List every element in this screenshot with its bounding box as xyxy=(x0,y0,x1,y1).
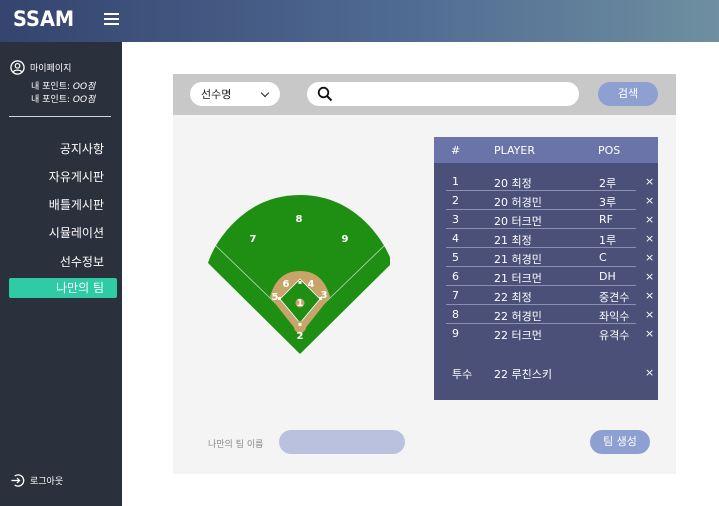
row-pos: 좌익수 xyxy=(599,310,630,323)
table-row[interactable]: 3 20 터크먼 RF × xyxy=(446,210,654,229)
user-icon xyxy=(10,60,25,75)
row-num: 7 xyxy=(452,289,459,302)
team-name-input[interactable] xyxy=(279,430,405,454)
sidebar-item-simulation[interactable]: 시뮬레이션 xyxy=(49,224,104,241)
sidebar: 마이페이지 내 포인트: OO점 내 포인트: OO점 공지사항 자유게시판 배… xyxy=(0,42,122,506)
table-row[interactable]: 2 20 허경민 3루 × xyxy=(446,191,654,210)
sidebar-item-player-info[interactable]: 선수정보 xyxy=(60,253,104,270)
header-pos: POS xyxy=(598,144,621,157)
create-team-button[interactable]: 팀 생성 xyxy=(590,430,650,454)
row-num: 2 xyxy=(452,194,459,207)
remove-player-button[interactable]: × xyxy=(645,270,654,283)
row-num: 4 xyxy=(452,232,459,245)
roster-table: # PLAYER POS 1 20 최정 2루 × 2 20 허경민 3루 × 3 20 터크… xyxy=(434,137,658,400)
pitcher-label: 투수 xyxy=(452,368,473,381)
second-base xyxy=(298,281,302,284)
row-player: 22 터크먼 xyxy=(494,329,542,342)
row-player: 22 허경민 xyxy=(494,310,542,323)
logout-button[interactable]: 로그아웃 xyxy=(10,473,63,488)
table-row[interactable]: 8 22 허경민 좌익수 × xyxy=(446,305,654,324)
table-row[interactable]: 7 22 최정 중견수 × xyxy=(446,286,654,305)
row-player: 21 허경민 xyxy=(494,253,542,266)
row-player: 20 터크먼 xyxy=(494,215,542,228)
sidebar-item-my-team[interactable]: 나만의 팀 xyxy=(9,278,117,298)
team-name-label: 나만의 팀 이름 xyxy=(208,440,264,450)
search-icon xyxy=(317,86,333,102)
select-value: 선수명 xyxy=(201,88,232,101)
table-row[interactable]: 9 22 터크먼 유격수 × xyxy=(446,324,654,343)
sidebar-item-notice[interactable]: 공지사항 xyxy=(60,140,104,157)
position-5-label[interactable]: 5 xyxy=(272,292,279,303)
position-9-label[interactable]: 9 xyxy=(342,234,349,245)
position-8-label[interactable]: 8 xyxy=(296,214,303,225)
position-7-label[interactable]: 7 xyxy=(250,234,257,245)
pitcher-row[interactable]: 투수 22 루친스키 × xyxy=(446,363,654,382)
table-row[interactable]: 4 21 최정 1루 × xyxy=(446,229,654,248)
row-player: 22 최정 xyxy=(494,291,532,304)
remove-player-button[interactable]: × xyxy=(645,175,654,188)
roster-header: # PLAYER POS xyxy=(434,137,658,163)
remove-player-button[interactable]: × xyxy=(645,232,654,245)
pitcher-player: 22 루친스키 xyxy=(494,368,552,381)
points-value: OO점 xyxy=(72,95,96,105)
hamburger-menu-icon[interactable] xyxy=(104,13,119,25)
header-player: PLAYER xyxy=(494,144,535,157)
row-num: 8 xyxy=(452,308,459,321)
remove-player-button[interactable]: × xyxy=(645,251,654,264)
remove-pitcher-button[interactable]: × xyxy=(645,366,654,379)
row-pos: 2루 xyxy=(599,177,617,190)
row-pos: 중견수 xyxy=(599,291,630,304)
points-label: 내 포인트: xyxy=(31,82,73,92)
sidebar-item-battle-board[interactable]: 배틀게시판 xyxy=(49,196,104,213)
search-button[interactable]: 검색 xyxy=(598,82,658,106)
table-row[interactable]: 1 20 최정 2루 × xyxy=(446,172,654,191)
remove-player-button[interactable]: × xyxy=(645,308,654,321)
position-1-label[interactable]: 1 xyxy=(297,298,304,309)
top-bar: SSAM xyxy=(0,0,719,42)
app-logo[interactable]: SSAM xyxy=(13,7,74,31)
row-num: 1 xyxy=(452,175,459,188)
home-plate xyxy=(298,323,302,326)
position-6-label[interactable]: 6 xyxy=(283,279,290,290)
remove-player-button[interactable]: × xyxy=(645,289,654,302)
row-pos: 유격수 xyxy=(599,329,630,342)
row-player: 20 허경민 xyxy=(494,196,542,209)
remove-player-button[interactable]: × xyxy=(645,213,654,226)
header-num: # xyxy=(451,144,461,157)
row-pos: 3루 xyxy=(599,196,617,209)
mypage-link[interactable]: 마이페이지 xyxy=(10,60,71,75)
points-value: OO점 xyxy=(72,82,96,92)
remove-player-button[interactable]: × xyxy=(645,194,654,207)
row-pos: C xyxy=(599,251,607,264)
points-label: 내 포인트: xyxy=(31,95,73,105)
points-line: 내 포인트: OO점 xyxy=(31,79,95,92)
search-type-select[interactable]: 선수명 xyxy=(190,82,280,106)
mypage-label: 마이페이지 xyxy=(30,64,72,74)
row-pos: DH xyxy=(599,270,616,283)
sidebar-divider xyxy=(9,116,111,117)
points-line: 내 포인트: OO점 xyxy=(31,92,95,105)
logout-label: 로그아웃 xyxy=(30,477,64,487)
table-row[interactable]: 5 21 허경민 C × xyxy=(446,248,654,267)
position-3-label[interactable]: 3 xyxy=(321,290,328,301)
row-player: 21 터크먼 xyxy=(494,272,542,285)
row-pos: RF xyxy=(599,213,613,226)
table-row[interactable]: 6 21 터크먼 DH × xyxy=(446,267,654,286)
sidebar-item-free-board[interactable]: 자유게시판 xyxy=(49,168,104,185)
chevron-down-icon xyxy=(260,88,270,98)
logout-icon xyxy=(11,474,25,487)
position-4-label[interactable]: 4 xyxy=(308,279,315,290)
row-num: 3 xyxy=(452,213,459,226)
search-input[interactable] xyxy=(307,82,579,106)
row-num: 6 xyxy=(452,270,459,283)
baseball-field: 1 2 3 4 5 6 7 8 9 xyxy=(208,195,390,354)
position-2-label[interactable]: 2 xyxy=(297,331,304,342)
row-player: 21 최정 xyxy=(494,234,532,247)
row-pos: 1루 xyxy=(599,234,617,247)
row-player: 20 최정 xyxy=(494,177,532,190)
row-num: 5 xyxy=(452,251,459,264)
row-num: 9 xyxy=(452,327,459,340)
remove-player-button[interactable]: × xyxy=(645,327,654,340)
